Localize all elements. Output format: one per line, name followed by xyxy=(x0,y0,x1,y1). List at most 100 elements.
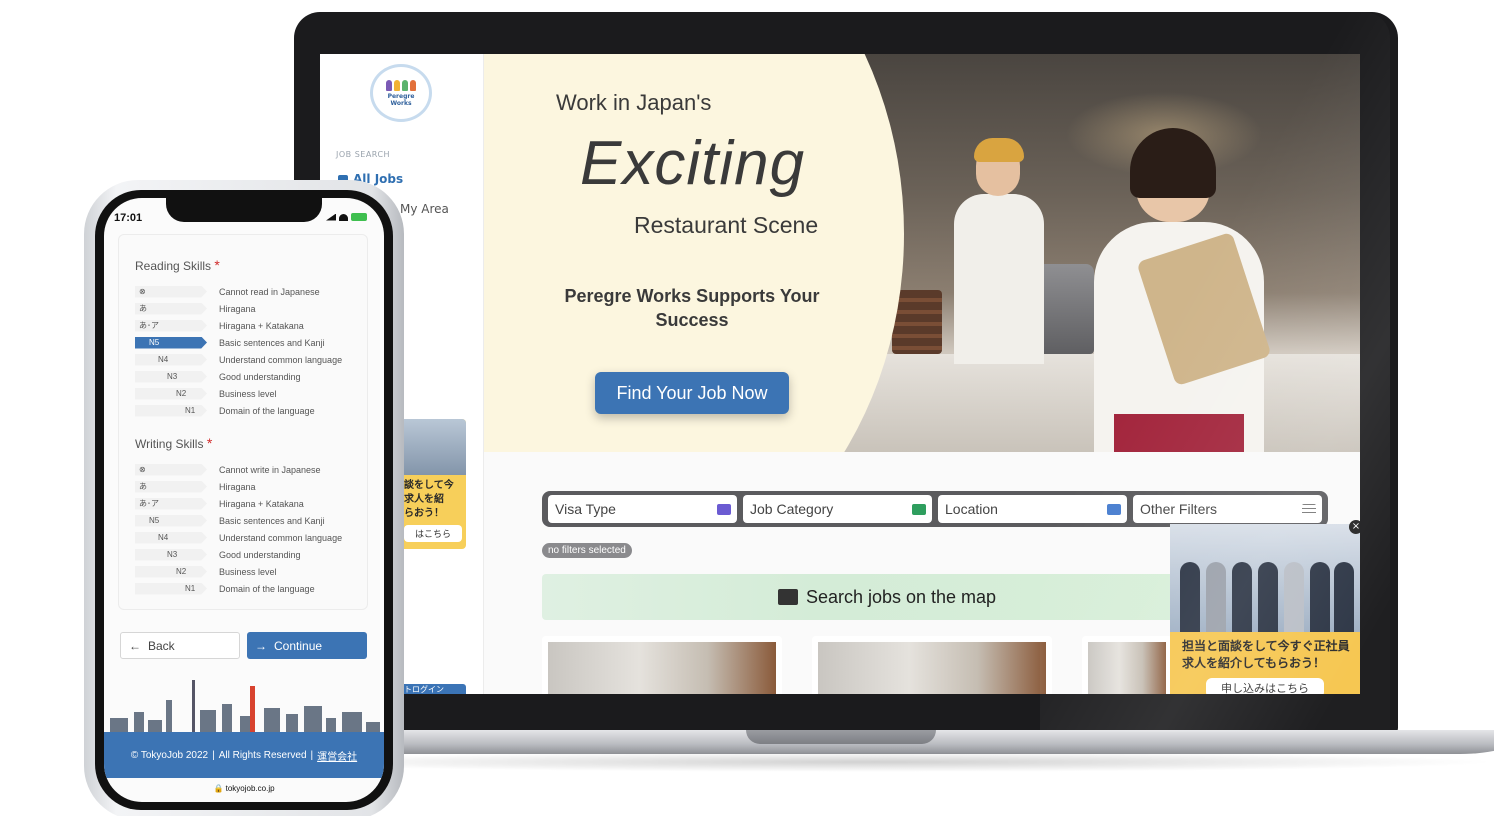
filter-bar: Visa Type Job Category Location Other Fi… xyxy=(542,491,1328,527)
job-card[interactable] xyxy=(542,636,782,694)
skill-option[interactable]: N4 Understand common language xyxy=(135,531,384,544)
skill-option[interactable]: あ Hiragana xyxy=(135,302,384,315)
writing-skills-title: Writing Skills * xyxy=(135,435,213,451)
footer: © TokyoJob 2022 | All Rights Reserved | … xyxy=(104,732,384,778)
skill-level-tag: ⊗ xyxy=(135,285,207,298)
footer-separator: | xyxy=(310,749,314,761)
skill-level-tag: N2 xyxy=(135,387,207,400)
ad-staff-photo xyxy=(400,419,466,475)
logo-people-icon xyxy=(386,79,416,91)
skill-option[interactable]: あ Hiragana xyxy=(135,480,384,493)
skill-option[interactable]: N5 Basic sentences and Kanji xyxy=(135,336,384,349)
job-card[interactable] xyxy=(1082,636,1172,694)
skill-option[interactable]: N1 Domain of the language xyxy=(135,582,384,595)
id-card-icon xyxy=(717,503,731,515)
ad-text: 談をして今 求人を紹 らおう！ xyxy=(404,480,454,519)
skill-level-tag: N1 xyxy=(135,404,207,417)
skill-level-description: Hiragana xyxy=(219,303,256,314)
hero-line-3: Restaurant Scene xyxy=(634,212,819,238)
back-button[interactable]: ← Back xyxy=(120,632,240,659)
skill-level-description: Hiragana xyxy=(219,481,256,492)
status-icons xyxy=(326,213,367,221)
map-icon xyxy=(1107,503,1121,515)
tokyo-skyline xyxy=(104,678,384,734)
skill-option[interactable]: N2 Business level xyxy=(135,387,384,400)
laptop-shadow xyxy=(250,752,1494,772)
recruit-popup-ad[interactable]: 担当と面談をして今すぐ正社員求人を紹介してもらおう！ 申し込みはこちら xyxy=(1170,524,1360,694)
skill-option[interactable]: N1 Domain of the language xyxy=(135,404,384,417)
battery-icon xyxy=(351,213,367,221)
skill-level-description: Domain of the language xyxy=(219,405,315,416)
hero-line-2: Exciting xyxy=(580,129,806,198)
visa-type-filter[interactable]: Visa Type xyxy=(548,495,737,523)
skill-option[interactable]: N5 Basic sentences and Kanji xyxy=(135,514,384,527)
filter-label: Visa Type xyxy=(555,501,616,517)
skill-level-description: Hiragana + Katakana xyxy=(219,320,304,331)
skill-level-description: Business level xyxy=(219,566,277,577)
skill-option[interactable]: N3 Good understanding xyxy=(135,548,384,561)
device-mockup: Peregre Works JOB SEARCH All Jobs My Are… xyxy=(0,0,1494,816)
skill-option[interactable]: あ･ア Hiragana + Katakana xyxy=(135,319,384,332)
ad-apply-button[interactable]: はこちら xyxy=(404,525,462,542)
skill-option[interactable]: ⊗ Cannot read in Japanese xyxy=(135,285,384,298)
peregre-logo[interactable]: Peregre Works xyxy=(370,64,432,122)
skill-option[interactable]: あ･ア Hiragana + Katakana xyxy=(135,497,384,510)
skill-level-description: Good understanding xyxy=(219,371,301,382)
skill-level-tag: N2 xyxy=(135,565,207,578)
skill-level-tag: N1 xyxy=(135,582,207,595)
phone-notch xyxy=(166,198,322,222)
skill-level-tag: N5 xyxy=(135,514,207,527)
map-search-button[interactable]: Search jobs on the map xyxy=(542,574,1232,620)
skill-level-description: Cannot read in Japanese xyxy=(219,286,320,297)
hero-line-1: Work in Japan's xyxy=(556,90,712,115)
briefcase-icon xyxy=(912,503,926,515)
skill-level-tag: あ xyxy=(135,480,207,493)
chef-figure xyxy=(954,138,1044,364)
logo-text: Peregre Works xyxy=(387,92,415,107)
skill-level-description: Understand common language xyxy=(219,532,343,543)
hero-banner: Work in Japan's Exciting Restaurant Scen… xyxy=(484,54,1360,452)
skill-level-tag: N5 xyxy=(135,336,207,349)
phone-screen: 17:01 Reading Skills * ⊗ Cannot read in J… xyxy=(104,198,384,802)
map-icon xyxy=(777,589,798,605)
skill-option[interactable]: ⊗ Cannot write in Japanese xyxy=(135,463,384,476)
signal-icon xyxy=(326,213,336,221)
other-filters[interactable]: Other Filters xyxy=(1133,495,1322,523)
skill-option[interactable]: N2 Business level xyxy=(135,565,384,578)
skill-level-tag: N3 xyxy=(135,370,207,383)
skill-level-tag: あ xyxy=(135,302,207,315)
sidebar-ad-banner[interactable]: 談をして今 求人を紹 らおう！ はこちら xyxy=(400,419,466,549)
skills-form: Reading Skills * ⊗ Cannot read in Japanes… xyxy=(118,234,368,610)
arrow-left-icon: ← xyxy=(129,638,141,653)
login-button[interactable]: トログイン xyxy=(400,684,466,694)
waitress-figure xyxy=(1074,128,1274,452)
status-time: 17:01 xyxy=(114,212,143,224)
sidebar-item-label: My Area xyxy=(400,202,449,216)
sidebar-item-my-area[interactable]: My Area xyxy=(400,202,449,216)
skill-level-description: Understand common language xyxy=(219,354,343,365)
skill-level-description: Domain of the language xyxy=(219,583,315,594)
company-link[interactable]: 運営会社 xyxy=(317,748,357,763)
close-icon[interactable]: × xyxy=(1349,520,1360,534)
continue-button[interactable]: → Continue xyxy=(247,632,367,659)
popup-text: 担当と面談をして今すぐ正社員求人を紹介してもらおう！ xyxy=(1182,639,1350,670)
skill-level-tag: N4 xyxy=(135,531,207,544)
laptop-screen: Peregre Works JOB SEARCH All Jobs My Are… xyxy=(320,54,1360,694)
wifi-icon xyxy=(339,213,348,221)
skill-level-tag: ⊗ xyxy=(135,463,207,476)
browser-url[interactable]: 🔒 tokyojob.co.jp xyxy=(104,784,384,793)
find-job-button[interactable]: Find Your Job Now xyxy=(595,372,789,414)
job-card[interactable] xyxy=(812,636,1052,694)
footer-copyright: © TokyoJob 2022 xyxy=(130,749,209,761)
laptop-hinge-notch xyxy=(746,730,936,744)
skill-level-description: Business level xyxy=(219,388,277,399)
staff-group-photo xyxy=(1170,524,1360,632)
skill-level-tag: N3 xyxy=(135,548,207,561)
job-card-image xyxy=(818,642,1046,694)
skill-option[interactable]: N3 Good understanding xyxy=(135,370,384,383)
popup-apply-button[interactable]: 申し込みはこちら xyxy=(1206,678,1324,694)
skill-option[interactable]: N4 Understand common language xyxy=(135,353,384,366)
filter-label: Other Filters xyxy=(1140,501,1218,517)
job-category-filter[interactable]: Job Category xyxy=(743,495,932,523)
location-filter[interactable]: Location xyxy=(938,495,1127,523)
